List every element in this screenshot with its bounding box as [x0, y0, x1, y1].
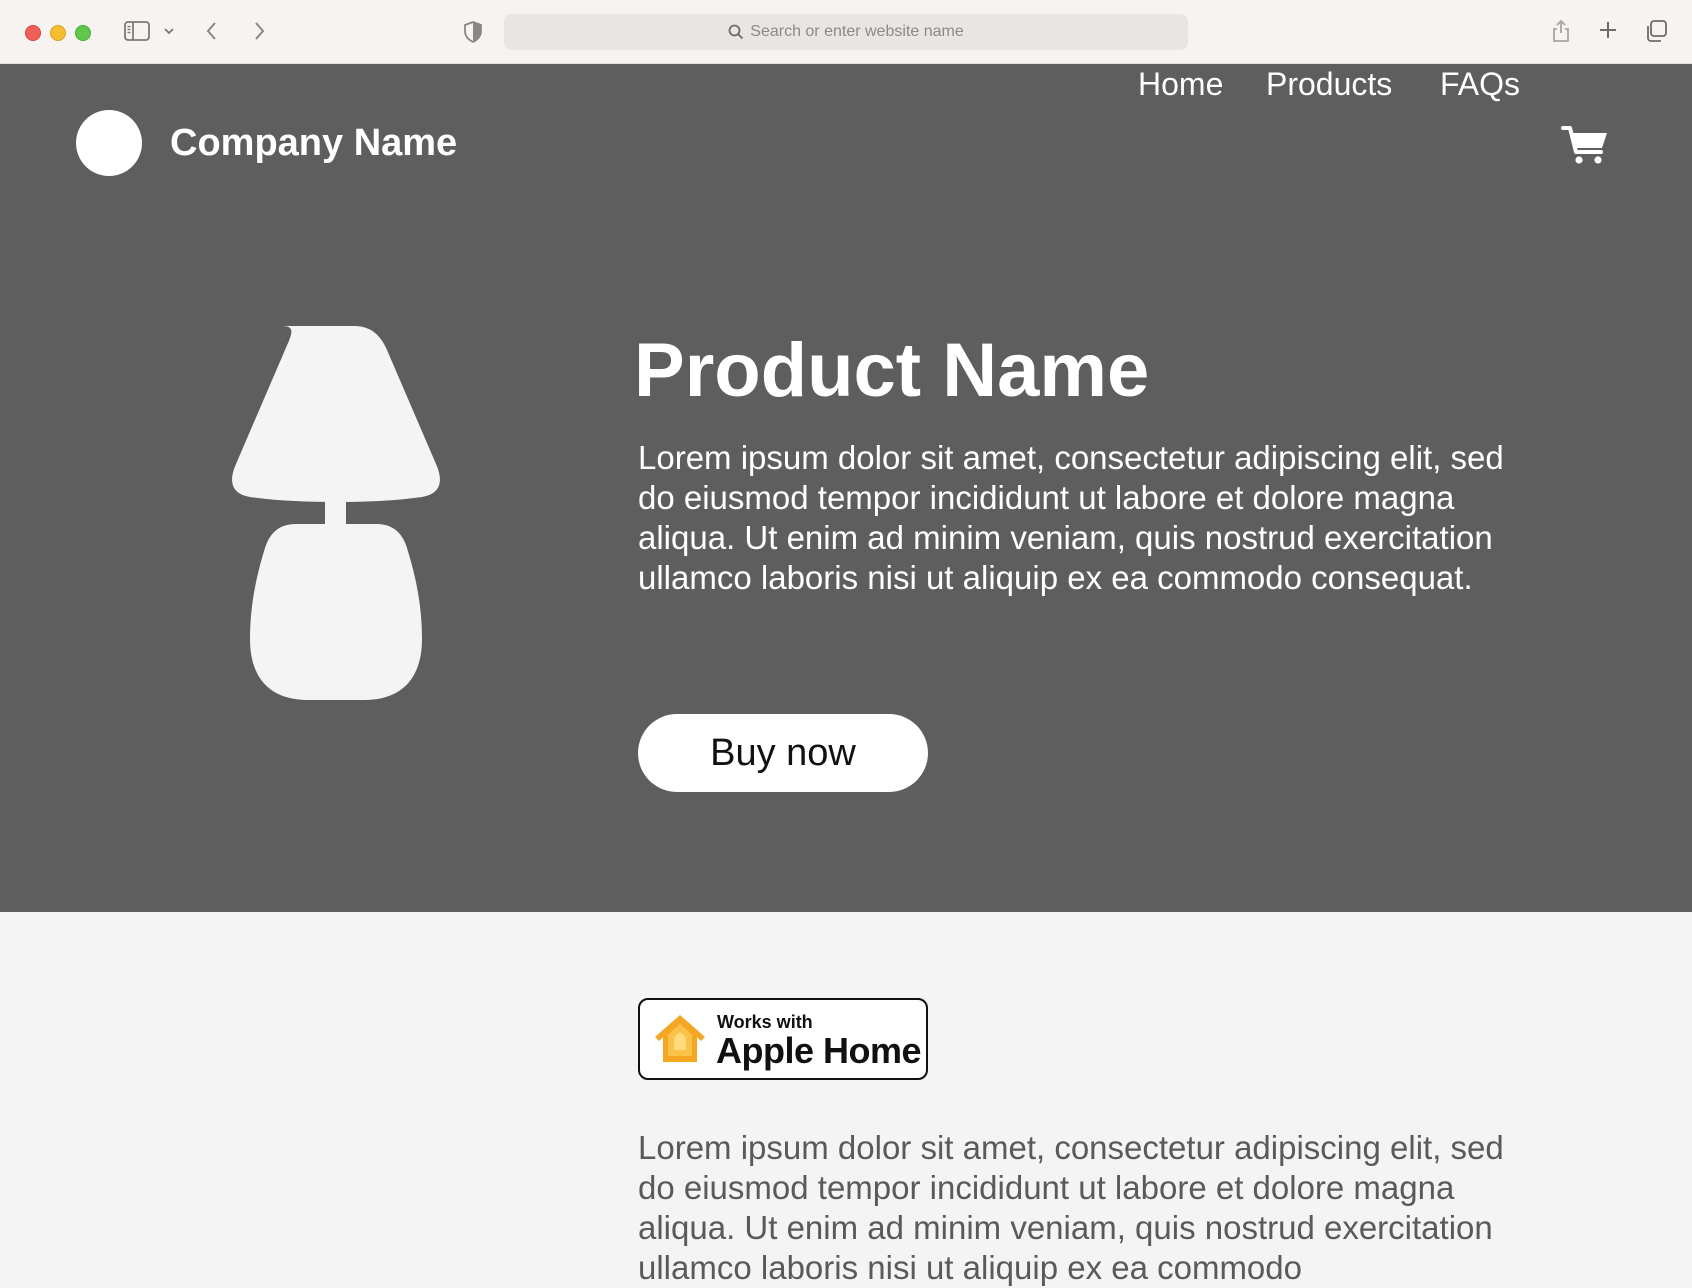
privacy-shield-icon[interactable]	[463, 20, 483, 44]
company-logo[interactable]	[76, 110, 142, 176]
details-description: Lorem ipsum dolor sit amet, consectetur …	[638, 1129, 1504, 1286]
nav-link-home[interactable]: Home	[1138, 64, 1223, 104]
hero-section: Company Name Home Products FAQs Product …	[0, 64, 1692, 912]
forward-icon[interactable]	[251, 20, 267, 42]
badge-apple-home: Apple Home	[716, 1030, 922, 1071]
company-name[interactable]: Company Name	[170, 120, 457, 166]
new-tab-icon[interactable]	[1598, 20, 1618, 40]
minimize-window-button[interactable]	[50, 25, 66, 41]
sidebar-icon[interactable]	[124, 20, 150, 42]
product-description: Lorem ipsum dolor sit amet, consectetur …	[638, 439, 1504, 596]
works-with-apple-home-badge[interactable]: Works with Apple Home	[638, 998, 928, 1080]
address-bar[interactable]: Search or enter website name	[504, 14, 1188, 50]
chevron-down-icon[interactable]	[163, 26, 175, 36]
cart-icon[interactable]	[1561, 124, 1609, 171]
back-icon[interactable]	[204, 20, 220, 42]
product-title: Product Name	[634, 328, 1150, 413]
address-bar-placeholder: Search or enter website name	[750, 23, 964, 40]
zoom-window-button[interactable]	[75, 25, 91, 41]
nav-link-products[interactable]: Products	[1266, 64, 1392, 104]
tab-overview-icon[interactable]	[1644, 19, 1668, 43]
share-icon[interactable]	[1551, 18, 1571, 44]
nav-link-faqs[interactable]: FAQs	[1440, 64, 1520, 104]
browser-toolbar: Search or enter website name	[0, 0, 1692, 64]
search-icon	[728, 24, 744, 40]
buy-now-label: Buy now	[710, 731, 856, 774]
home-icon	[652, 1012, 708, 1071]
lamp-icon	[214, 324, 458, 709]
close-window-button[interactable]	[25, 25, 41, 41]
badge-works-with: Works with	[717, 1012, 813, 1032]
buy-now-button[interactable]: Buy now	[638, 714, 928, 792]
